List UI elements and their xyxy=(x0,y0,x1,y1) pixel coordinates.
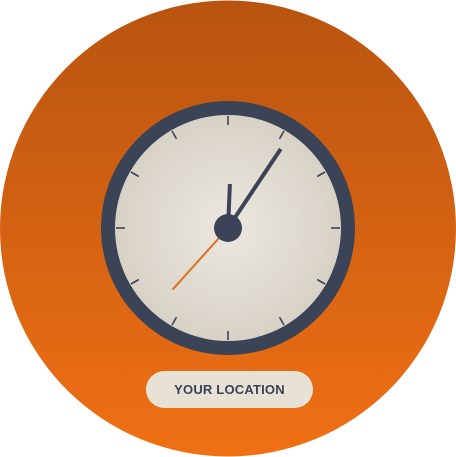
app-scene: YOUR LOCATION xyxy=(0,0,456,457)
clock-center-cap xyxy=(214,214,242,242)
your-location-button[interactable]: YOUR LOCATION xyxy=(146,371,313,408)
